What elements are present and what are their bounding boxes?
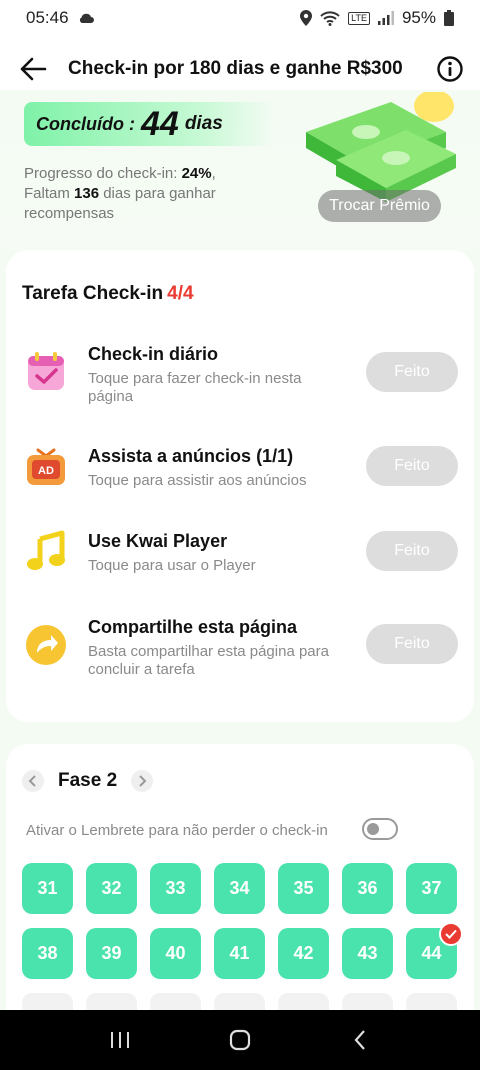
location-icon: [300, 10, 313, 26]
back-nav-button[interactable]: [340, 1020, 380, 1060]
chevron-left-icon: [354, 1030, 365, 1050]
signal-icon: [377, 11, 394, 25]
arrow-left-icon: [20, 57, 47, 81]
completed-days-unit: dias: [184, 113, 223, 134]
checkin-summary: Concluído : 44 dias Progresso do check-i…: [0, 90, 480, 250]
calendar-icon: [28, 352, 64, 390]
toggle-knob: [367, 823, 379, 835]
task-description: Toque para fazer check-in nesta página: [88, 370, 302, 405]
phase-card: Fase 2 Ativar o Lembrete para não perder…: [6, 744, 474, 1044]
status-bar: 05:46 LTE 95%: [0, 0, 480, 36]
status-time: 05:46: [26, 8, 69, 27]
task-count: 4/4: [167, 283, 194, 304]
day-cell[interactable]: 38: [22, 928, 73, 979]
recent-apps-button[interactable]: [100, 1020, 140, 1060]
task-title: Check-in diário: [88, 344, 219, 364]
music-note-icon: [27, 530, 65, 570]
info-button[interactable]: [436, 55, 464, 83]
progress-text: Progresso do check-in: 24%, Faltam 136 d…: [24, 165, 216, 222]
task-done-button[interactable]: Feito: [366, 531, 458, 571]
day-cell[interactable]: 39: [86, 928, 137, 979]
home-icon: [229, 1029, 251, 1051]
task-done-button[interactable]: Feito: [366, 624, 458, 664]
task-title: Assista a anúncios (1/1): [88, 446, 294, 466]
day-cell[interactable]: 37: [406, 863, 457, 914]
ad-tv-icon: AD: [27, 448, 65, 485]
reminder-text: Ativar o Lembrete para não perder o chec…: [26, 822, 328, 839]
day-cell[interactable]: 44: [406, 922, 463, 979]
recent-apps-icon: [111, 1032, 129, 1048]
completed-label: Concluído :: [36, 113, 135, 134]
task-description: Toque para assistir aos anúncios: [88, 472, 307, 489]
battery-icon: [444, 10, 454, 26]
day-cell[interactable]: 42: [278, 928, 329, 979]
reminder-toggle[interactable]: [362, 818, 398, 840]
task-done-button[interactable]: Feito: [366, 446, 458, 486]
share-arrow-icon: [26, 625, 66, 665]
page-title: Check-in por 180 dias e ganhe R$300: [68, 58, 403, 79]
day-cell[interactable]: 35: [278, 863, 329, 914]
home-button[interactable]: [220, 1020, 260, 1060]
chevron-left-icon: [28, 775, 36, 787]
wifi-icon: [320, 11, 340, 26]
battery-percent: 95%: [401, 8, 436, 27]
day-cell[interactable]: 36: [342, 863, 393, 914]
task-card: Tarefa Check-in 4/4 Check-in diário Toque…: [6, 250, 474, 722]
checked-badge-icon: [439, 922, 463, 946]
chevron-right-icon: [139, 775, 147, 787]
day-cell[interactable]: 41: [214, 928, 265, 979]
svg-text:AD: AD: [38, 465, 54, 477]
day-cell[interactable]: 31: [22, 863, 73, 914]
task-heading: Tarefa Check-in 4/4: [22, 283, 194, 304]
task-description: Toque para usar o Player: [88, 557, 256, 574]
day-cell[interactable]: 32: [86, 863, 137, 914]
task-description: Basta compartilhar esta página para conc…: [88, 643, 329, 678]
task-title: Use Kwai Player: [88, 531, 228, 551]
phase-title: Fase 2: [58, 770, 118, 791]
info-icon: [437, 56, 463, 82]
money-stack-icon: [306, 92, 456, 202]
day-cell[interactable]: 34: [214, 863, 265, 914]
task-done-button[interactable]: Feito: [366, 352, 458, 392]
cloud-icon: [79, 13, 94, 23]
day-cell[interactable]: 40: [150, 928, 201, 979]
day-cell[interactable]: 43: [342, 928, 393, 979]
completed-days-number: 44: [140, 104, 179, 143]
system-navigation-bar: [0, 1010, 480, 1070]
task-title: Compartilhe esta página: [88, 617, 298, 637]
day-cell[interactable]: 33: [150, 863, 201, 914]
back-button[interactable]: [16, 52, 50, 86]
network-badge: LTE: [348, 11, 370, 25]
completed-days-pill: Concluído : 44 dias: [24, 102, 274, 146]
next-phase-button[interactable]: [131, 770, 154, 792]
phase-navigation: Fase 2: [22, 770, 154, 792]
previous-phase-button[interactable]: [22, 770, 44, 792]
redeem-prize-button[interactable]: Trocar Prêmio: [318, 190, 441, 222]
progress-percent: 24%: [181, 165, 212, 182]
remaining-days: 136: [74, 185, 100, 202]
